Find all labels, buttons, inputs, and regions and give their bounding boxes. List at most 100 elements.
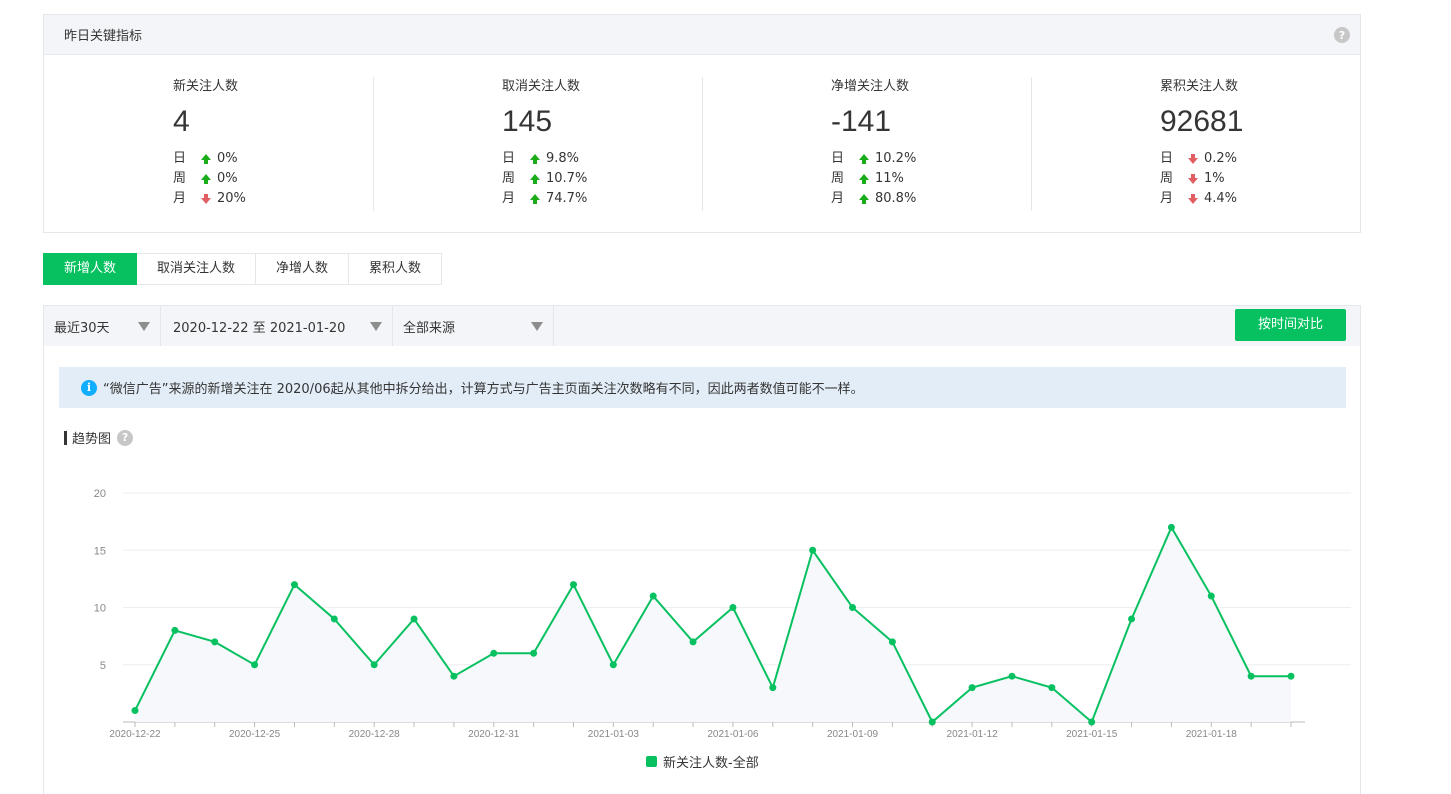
change-percent: 9.8% [546,151,580,166]
data-point [968,684,976,692]
data-point [171,626,179,634]
change-percent: 74.7% [546,191,588,206]
metric-value: -141 [831,105,892,138]
trend-line-chart: 5 10 15 20 2020-12-22 2020-12-25 2020-12-28 202… [94,488,1351,740]
arrow-up-icon [201,174,211,184]
y-tick-label: 5 [100,660,106,672]
change-percent: 10.2% [875,151,917,166]
change-percent: 4.4% [1204,191,1238,206]
arrow-up-icon [859,174,869,184]
arrow-down-icon [1188,174,1198,184]
metric-change-row: 周 11% [831,169,916,189]
change-percent: 0% [217,171,238,186]
data-point [649,592,657,600]
x-tick-label: 2020-12-28 [349,729,401,740]
data-point [849,604,857,611]
x-tick-label: 2021-01-03 [588,729,640,740]
x-tick-label: 2021-01-18 [1186,729,1238,740]
arrow-down-icon [201,194,211,204]
data-point [769,684,777,692]
metric-changes: 日 0.2% 周 1% 月 4.4% [1160,149,1237,209]
metric-heading: 取消关注人数 145 [502,77,580,147]
data-point [729,604,737,611]
period-label: 月 [173,191,187,206]
data-point [290,581,298,589]
data-point [251,661,259,669]
data-point [1167,523,1175,531]
metric-change-row: 月 74.7% [502,189,587,209]
metric-heading: 新关注人数 4 [173,77,238,147]
metric-changes: 日 10.2% 周 11% 月 80.8% [831,149,916,209]
data-point [1287,672,1295,680]
period-label: 日 [502,151,516,166]
period-label: 月 [831,191,845,206]
metric-change-row: 日 0.2% [1160,149,1237,169]
arrow-up-icon [201,154,211,164]
key-metrics-columns: 新关注人数 4 日 0% 周 0% 月 20% 取消关注人数 145 日 9.8… [44,55,1360,233]
arrow-up-icon [530,174,540,184]
arrow-up-icon [530,194,540,204]
data-point [1247,672,1255,680]
data-point [1008,672,1016,680]
y-tick-label: 10 [94,603,106,615]
data-point [1207,592,1215,600]
metric-change-row: 周 0% [173,169,246,189]
metric-card: 累积关注人数 92681 日 0.2% 周 1% 月 4.4% [1031,77,1360,233]
metric-changes: 日 9.8% 周 10.7% 月 74.7% [502,149,587,209]
y-tick-label: 20 [94,488,106,500]
data-point [809,546,817,554]
key-metrics-header: 昨日关键指标 ? [44,15,1360,55]
period-label: 周 [1160,171,1174,186]
metric-label: 新关注人数 [173,79,239,94]
tab-1[interactable]: 新增人数 [43,253,138,285]
period-label: 月 [502,191,516,206]
trend-panel: 最近30天 2020-12-22 至 2021-01-20 全部来源 按时间对比… [43,305,1361,794]
metric-change-row: 周 10.7% [502,169,587,189]
period-label: 日 [831,151,845,166]
change-percent: 10.7% [546,171,588,186]
period-label: 周 [831,171,845,186]
x-tick-label: 2021-01-12 [947,729,999,740]
change-percent: 11% [875,171,904,186]
metric-change-row: 日 9.8% [502,149,587,169]
period-label: 周 [502,171,516,186]
x-tick-label: 2021-01-09 [827,729,879,740]
chart-legend[interactable]: 新关注人数-全部 [646,752,759,771]
change-percent: 20% [217,191,246,206]
change-percent: 0% [217,151,238,166]
data-point [131,707,139,715]
tab-2[interactable]: 取消关注人数 [137,253,257,285]
data-point [1048,684,1056,692]
metric-change-row: 月 4.4% [1160,189,1237,209]
period-label: 日 [173,151,187,166]
arrow-up-icon [859,194,869,204]
arrow-down-icon [1188,194,1198,204]
x-tick-label: 2020-12-31 [468,729,520,740]
x-tick-label: 2020-12-22 [109,729,161,740]
data-point [330,615,338,623]
data-point [490,649,498,657]
metric-card: 新关注人数 4 日 0% 周 0% 月 20% [44,77,373,233]
period-label: 周 [173,171,187,186]
x-tick-label: 2021-01-15 [1066,729,1118,740]
arrow-up-icon [859,154,869,164]
data-point [569,581,577,589]
tab-4[interactable]: 累积人数 [349,253,443,285]
change-percent: 1% [1204,171,1225,186]
data-point [410,615,418,623]
x-tick-label: 2021-01-06 [707,729,759,740]
metric-label: 取消关注人数 [502,79,581,94]
metric-change-row: 日 0% [173,149,246,169]
tab-3[interactable]: 净增人数 [256,253,350,285]
data-point [689,638,697,646]
key-metrics-panel: 昨日关键指标 ? 新关注人数 4 日 0% 周 0% 月 20% 取消关注人数 … [43,14,1361,233]
arrow-down-icon [1188,154,1198,164]
metric-card: 净增关注人数 -141 日 10.2% 周 11% 月 80.8% [702,77,1031,233]
metric-change-row: 月 80.8% [831,189,916,209]
metric-change-row: 周 1% [1160,169,1237,189]
help-icon[interactable]: ? [1334,27,1350,43]
metric-changes: 日 0% 周 0% 月 20% [173,149,246,209]
metric-value: 4 [173,105,190,138]
metric-label: 净增关注人数 [831,79,910,94]
arrow-up-icon [530,154,540,164]
